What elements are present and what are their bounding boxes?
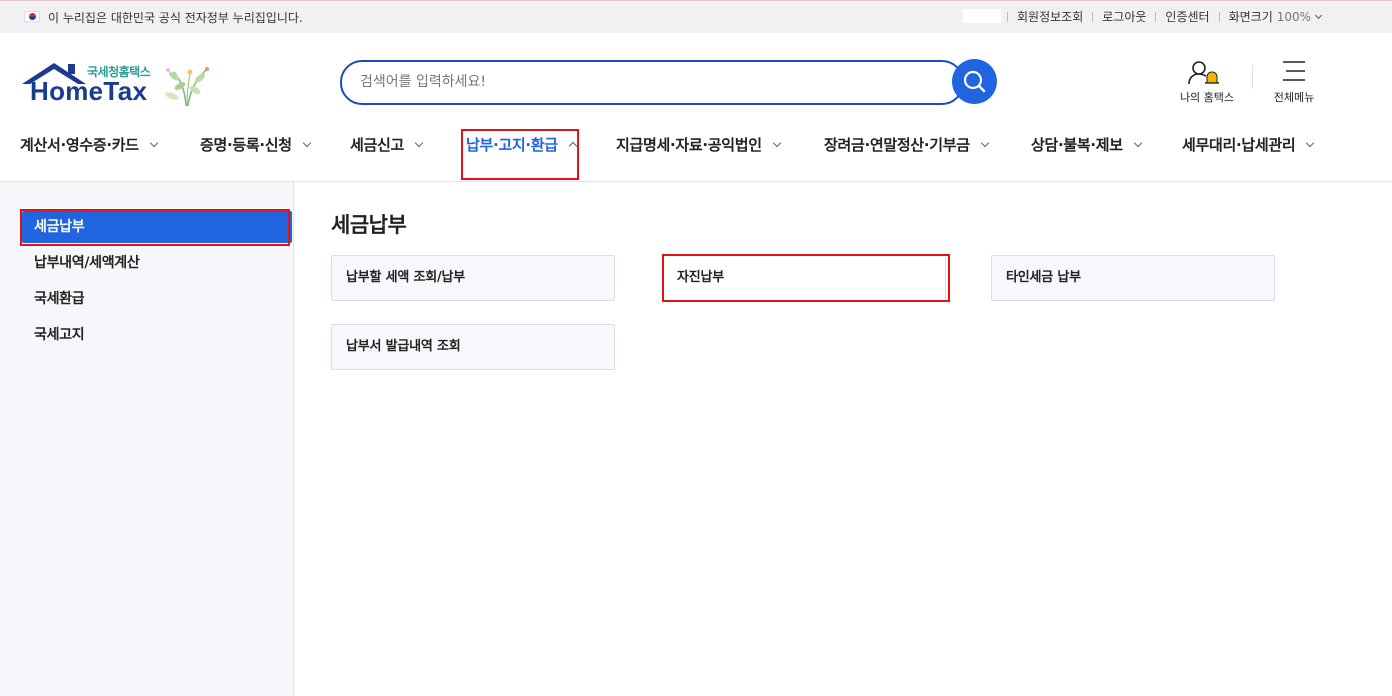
all-menu-button[interactable]: 전체메뉴 (1264, 58, 1324, 108)
divider (1092, 11, 1094, 22)
hometax-logo[interactable]: 국세청홈택스 HomeTax (20, 60, 215, 108)
gnb-item-label: 세금신고 (350, 136, 405, 154)
card-other-tax-payment[interactable]: 타인세금 납부 (991, 255, 1275, 301)
chevron-down-icon (980, 138, 990, 147)
screen-size-label: 화면크기 (1228, 10, 1273, 24)
logo-wordmark: HomeTax (30, 76, 148, 106)
search-input[interactable] (360, 74, 920, 90)
gnb-item-tax-agent[interactable]: 세무대리·납세관리 (1182, 134, 1315, 155)
chevron-down-icon (414, 138, 424, 147)
highlight-box (662, 254, 950, 302)
cert-center-link[interactable]: 인증센터 (1165, 8, 1209, 25)
utility-links: 회원정보조회 로그아웃 인증센터 화면크기 100% (1007, 8, 1323, 25)
sidebar-item-payment-history[interactable]: 납부내역/세액계산 (22, 247, 292, 279)
chevron-down-icon (149, 138, 159, 147)
divider (1252, 65, 1253, 89)
page-title: 세금납부 (331, 213, 407, 237)
logout-link[interactable]: 로그아웃 (1102, 8, 1146, 25)
chevron-down-icon (1315, 11, 1323, 19)
highlight-box (20, 209, 290, 246)
zoom-value: 100% (1276, 9, 1312, 24)
search-button[interactable] (952, 59, 997, 104)
gnb-item-incentive[interactable]: 장려금·연말정산·기부금 (824, 134, 990, 155)
gnb-item-tax-report[interactable]: 세금신고 (350, 134, 424, 155)
card-payment-slip-history[interactable]: 납부서 발급내역 조회 (331, 324, 615, 370)
gnb-item-label: 상담·불복·제보 (1031, 136, 1123, 154)
gnb-item-invoice[interactable]: 계산서·영수증·카드 (20, 134, 159, 155)
divider (1007, 11, 1008, 22)
gnb-item-label: 계산서·영수증·카드 (20, 136, 139, 154)
search-bar (340, 60, 964, 105)
all-menu-label: 전체메뉴 (1273, 91, 1315, 104)
gnb-item-label: 장려금·연말정산·기부금 (824, 136, 970, 154)
zoom-select[interactable]: 100% (1276, 9, 1323, 24)
korea-flag-icon (24, 11, 40, 22)
divider (1155, 11, 1157, 22)
gnb-item-certificate[interactable]: 증명·등록·신청 (200, 134, 312, 155)
divider (1218, 11, 1220, 22)
card-tax-inquiry-payment[interactable]: 납부할 세액 조회/납부 (331, 255, 615, 301)
chevron-down-icon (1133, 138, 1143, 147)
sidebar-item-refund[interactable]: 국세환급 (22, 283, 292, 315)
gnb-item-label: 지급명세·자료·공익법인 (616, 136, 762, 154)
member-info-link[interactable]: 회원정보조회 (1017, 8, 1083, 25)
gnb-item-consulting[interactable]: 상담·불복·제보 (1031, 134, 1143, 155)
chevron-down-icon (772, 138, 782, 147)
my-hometax-button[interactable]: 나의 홈택스 (1172, 58, 1242, 108)
my-hometax-label: 나의 홈택스 (1179, 91, 1235, 104)
sidebar: 세금납부 납부내역/세액계산 국세환급 국세고지 (0, 182, 294, 696)
chevron-down-icon (302, 138, 312, 147)
plant-decoration-icon (165, 67, 209, 107)
gnb-item-label: 세무대리·납세관리 (1182, 136, 1296, 154)
main-navigation: 계산서·영수증·카드 증명·등록·신청 세금신고 납부·고지·환급 지급명세·자… (0, 128, 1392, 160)
gnb-item-label: 증명·등록·신청 (200, 136, 292, 154)
user-name-placeholder (963, 9, 1001, 23)
gov-banner: 이 누리집은 대한민국 공식 전자정부 누리집입니다. 회원정보조회 로그아웃 … (0, 0, 1392, 33)
chevron-down-icon (1306, 138, 1315, 147)
highlight-box (461, 129, 579, 180)
search-icon (963, 70, 986, 93)
user-bell-icon (1188, 61, 1219, 85)
hamburger-menu-icon (1283, 61, 1305, 81)
sidebar-item-notice[interactable]: 국세고지 (22, 319, 292, 351)
gnb-item-payment-statement[interactable]: 지급명세·자료·공익법인 (616, 134, 782, 155)
gov-notice: 이 누리집은 대한민국 공식 전자정부 누리집입니다. (48, 11, 303, 25)
